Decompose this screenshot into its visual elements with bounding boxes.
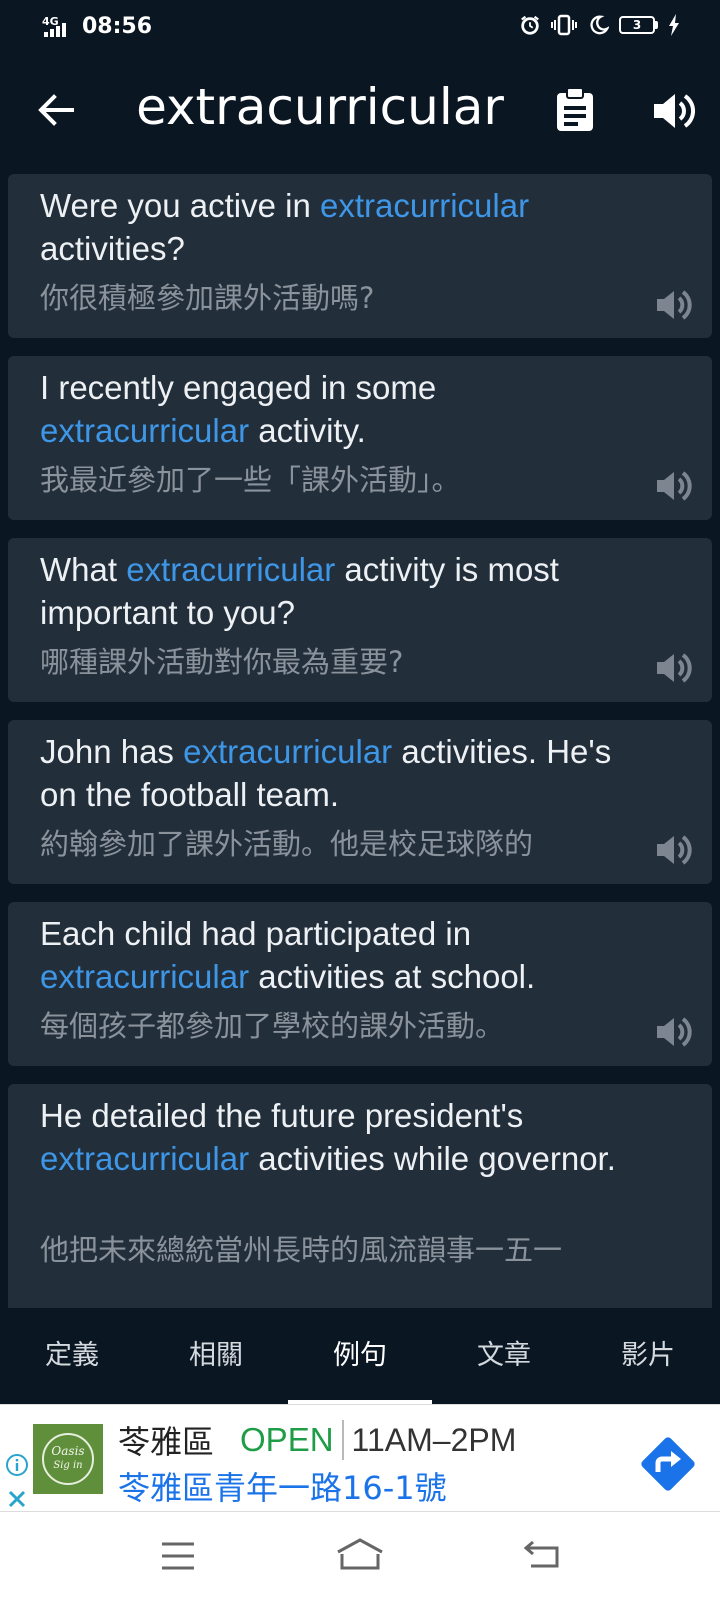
- signal-icon: 4G: [42, 15, 74, 39]
- highlight-word: extracurricular: [126, 551, 336, 588]
- app-bar: extracurricular: [0, 56, 720, 166]
- tab-videos[interactable]: 影片: [576, 1308, 720, 1404]
- battery-icon: 3: [619, 16, 658, 34]
- example-sentence: He detailed the future president's extra…: [40, 1097, 616, 1177]
- example-translation: 約翰參加了課外活動。他是校足球隊的: [40, 827, 534, 861]
- ad-info-icon[interactable]: [5, 1453, 29, 1477]
- moon-icon: [590, 15, 609, 35]
- speaker-icon[interactable]: [654, 1012, 694, 1052]
- ad-banner[interactable]: Oasis Sig in 苓雅區 OPEN 11AM–2PM 苓雅區青年一路16…: [0, 1404, 720, 1512]
- ad-place-name: 苓雅區: [118, 1423, 215, 1461]
- back-arrow-icon[interactable]: [34, 88, 78, 132]
- page-title: extracurricular: [136, 78, 504, 136]
- clipboard-icon[interactable]: [553, 86, 597, 132]
- example-sentence: I recently engaged in some extracurricul…: [40, 369, 437, 449]
- system-nav-bar: [0, 1512, 720, 1600]
- ad-logo-text: Oasis: [51, 1444, 85, 1458]
- tab-related[interactable]: 相關: [144, 1308, 288, 1404]
- example-sentence: What extracurricular activity is most im…: [40, 551, 559, 631]
- status-bar: 4G 08:56 3: [0, 0, 720, 56]
- tab-examples[interactable]: 例句: [288, 1308, 432, 1404]
- status-right: 3: [519, 14, 680, 36]
- vibrate-icon: [551, 14, 577, 36]
- example-sentence: Each child had participated in extracurr…: [40, 915, 536, 995]
- example-translation: 每個孩子都參加了學校的課外活動。: [40, 1009, 505, 1043]
- example-card[interactable]: What extracurricular activity is most im…: [8, 538, 712, 702]
- highlight-word: extracurricular: [40, 958, 250, 995]
- highlight-word: extracurricular: [183, 733, 393, 770]
- example-sentence: Were you active in extracurricular activ…: [40, 187, 530, 267]
- directions-icon[interactable]: [637, 1433, 699, 1495]
- speaker-icon[interactable]: [654, 648, 694, 688]
- speaker-icon[interactable]: [654, 830, 694, 870]
- speaker-icon[interactable]: [654, 466, 694, 506]
- ad-open-status: OPEN: [240, 1421, 334, 1458]
- speaker-icon[interactable]: [650, 88, 696, 134]
- alarm-icon: [521, 15, 539, 35]
- highlight-word: extracurricular: [40, 412, 250, 449]
- example-translation: 我最近參加了一些「課外活動」。: [40, 463, 461, 497]
- speaker-icon[interactable]: [654, 285, 694, 325]
- charging-icon: [669, 14, 679, 36]
- ad-logo: Oasis Sig in: [33, 1424, 103, 1494]
- tab-definition[interactable]: 定義: [0, 1308, 144, 1404]
- example-translation: 你很積極參加課外活動嗎?: [40, 281, 375, 315]
- example-card[interactable]: I recently engaged in some extracurricul…: [8, 356, 712, 520]
- example-card[interactable]: Each child had participated in extracurr…: [8, 902, 712, 1066]
- example-card[interactable]: Were you active in extracurricular activ…: [8, 174, 712, 338]
- menu-icon[interactable]: [148, 1530, 208, 1582]
- ad-close-icon[interactable]: [5, 1487, 29, 1511]
- example-list[interactable]: Were you active in extracurricular activ…: [0, 166, 720, 1308]
- home-icon[interactable]: [330, 1530, 390, 1582]
- example-sentence: John has extracurricular activities. He'…: [40, 733, 612, 813]
- status-left: 4G 08:56: [42, 14, 152, 39]
- example-translation: 哪種課外活動對你最為重要?: [40, 645, 404, 679]
- ad-headline: 苓雅區 OPEN 11AM–2PM: [118, 1417, 516, 1463]
- tab-articles[interactable]: 文章: [432, 1308, 576, 1404]
- example-card[interactable]: He detailed the future president's extra…: [8, 1084, 712, 1308]
- ad-divider: [341, 1420, 344, 1460]
- ad-logo-text: Sig in: [53, 1460, 83, 1471]
- example-translation: 他把未來總統當州長時的風流韻事一五一: [40, 1233, 563, 1267]
- highlight-word: extracurricular: [40, 1140, 250, 1177]
- status-time: 08:56: [82, 14, 153, 39]
- ad-hours: 11AM–2PM: [351, 1421, 517, 1458]
- ad-address[interactable]: 苓雅區青年一路16-1號: [118, 1463, 447, 1509]
- back-icon[interactable]: [513, 1530, 573, 1582]
- tab-bar: 定義 相關 例句 文章 影片: [0, 1308, 720, 1404]
- example-card[interactable]: John has extracurricular activities. He'…: [8, 720, 712, 884]
- highlight-word: extracurricular: [320, 187, 530, 224]
- battery-level: 3: [619, 16, 655, 34]
